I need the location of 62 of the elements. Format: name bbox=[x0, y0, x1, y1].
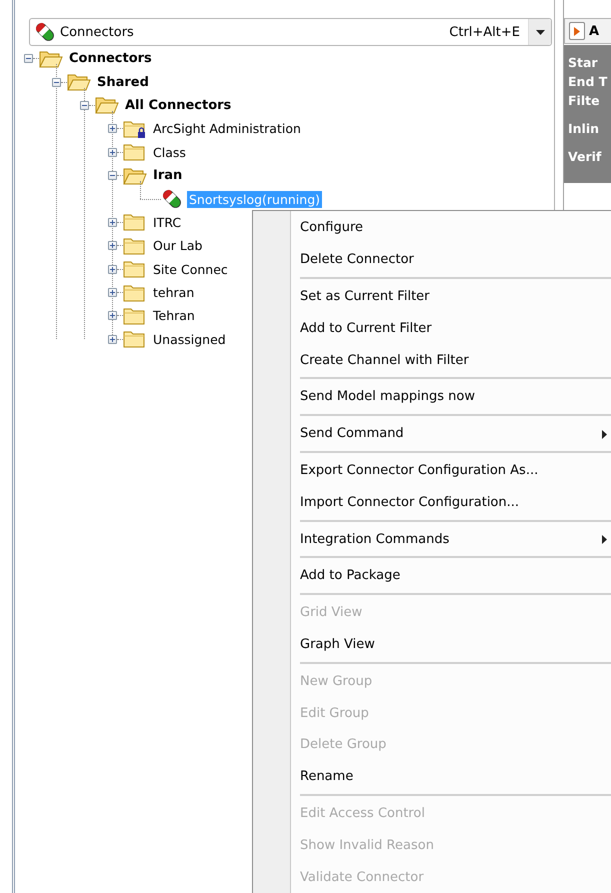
expand-toggle[interactable] bbox=[108, 148, 117, 157]
field-label: Inlin bbox=[568, 120, 600, 138]
submenu-arrow-icon bbox=[602, 535, 607, 544]
tree-item[interactable]: Shared bbox=[95, 74, 151, 91]
collapse-toggle[interactable] bbox=[52, 78, 61, 87]
folder-icon bbox=[123, 306, 147, 326]
tree-item[interactable]: ITRC bbox=[151, 214, 184, 231]
tree-item[interactable]: Unassigned bbox=[151, 330, 228, 348]
menu-item[interactable]: Rename bbox=[253, 760, 611, 793]
folder-icon bbox=[123, 259, 147, 280]
tree-item[interactable]: ArcSight Administration bbox=[151, 120, 303, 138]
menu-item[interactable]: Set as Current Filter bbox=[253, 280, 611, 312]
shortcut-label: Ctrl+Alt+E bbox=[449, 24, 520, 40]
menu-item[interactable]: Add to Current Filter bbox=[253, 312, 611, 344]
caret-icon bbox=[536, 30, 544, 34]
menu-item[interactable]: Send Command bbox=[253, 418, 611, 450]
open-folder-icon bbox=[39, 48, 63, 69]
tree-item[interactable]: Our Lab bbox=[151, 237, 204, 254]
open-folder-icon bbox=[123, 166, 147, 186]
menu-item[interactable]: Configure bbox=[253, 212, 611, 244]
expand-toggle[interactable] bbox=[108, 288, 117, 298]
open-folder-icon bbox=[95, 95, 119, 116]
play-icon[interactable] bbox=[569, 22, 585, 40]
tree-item[interactable]: tehran bbox=[151, 284, 196, 302]
menu-item[interactable]: Delete Connector bbox=[253, 244, 611, 276]
tree-item[interactable]: All Connectors bbox=[123, 96, 234, 114]
field-label: Filte bbox=[568, 92, 601, 110]
collapse-toggle[interactable] bbox=[24, 54, 33, 64]
selector-label: Connectors bbox=[60, 24, 135, 40]
expand-toggle[interactable] bbox=[108, 241, 117, 250]
menu-item[interactable]: Graph View bbox=[253, 628, 611, 660]
panel-title: A bbox=[589, 24, 600, 38]
field-label: End T bbox=[568, 73, 608, 91]
expand-toggle[interactable] bbox=[108, 264, 117, 274]
menu-item[interactable]: Create Channel with Filter bbox=[253, 344, 611, 376]
submenu-arrow-icon bbox=[602, 430, 607, 439]
menu-item[interactable]: Import Connector Configuration... bbox=[253, 486, 611, 518]
folder-icon bbox=[123, 212, 147, 232]
field-label: Verif bbox=[568, 148, 602, 166]
tree-item[interactable]: Connectors bbox=[67, 50, 154, 68]
tree-item[interactable]: Tehran bbox=[151, 307, 197, 324]
folder-icon bbox=[123, 282, 147, 303]
menu-item[interactable]: Send Model mappings now bbox=[253, 380, 611, 413]
tree-item[interactable]: Site Connec bbox=[151, 260, 230, 278]
expand-toggle[interactable] bbox=[108, 124, 117, 134]
collapse-toggle[interactable] bbox=[80, 100, 89, 110]
expand-toggle[interactable] bbox=[108, 218, 117, 227]
folder-icon bbox=[123, 142, 147, 162]
menu-item[interactable]: Export Connector Configuration As... bbox=[253, 454, 611, 486]
expand-toggle[interactable] bbox=[108, 311, 117, 320]
tree-selector[interactable]: Connectors Ctrl+Alt+E bbox=[29, 18, 552, 46]
collapse-toggle[interactable] bbox=[108, 171, 117, 180]
menu-item[interactable]: Integration Commands bbox=[253, 523, 611, 555]
menu-item[interactable]: Add to Package bbox=[253, 560, 611, 592]
field-label: Star bbox=[568, 54, 599, 72]
tree-item[interactable]: Iran bbox=[151, 167, 184, 184]
open-folder-icon bbox=[67, 72, 91, 92]
folder-icon bbox=[123, 236, 147, 256]
folder-icon bbox=[123, 329, 147, 350]
dropdown-button[interactable] bbox=[528, 19, 551, 45]
tree-item[interactable]: Class bbox=[151, 144, 188, 161]
expand-toggle[interactable] bbox=[108, 334, 117, 344]
